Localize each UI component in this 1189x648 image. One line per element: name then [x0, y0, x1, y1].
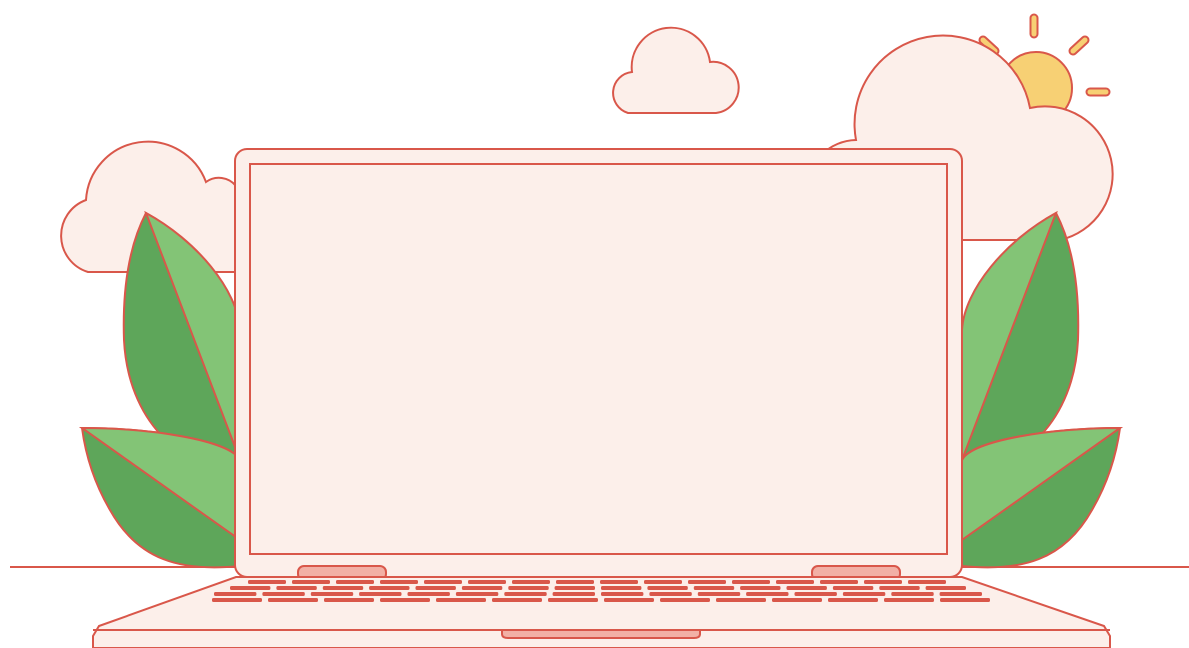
keyboard-key — [647, 586, 688, 590]
keyboard-key — [548, 598, 598, 602]
keyboard-key — [556, 580, 594, 584]
keyboard-key — [214, 592, 257, 596]
keyboard-key — [940, 598, 990, 602]
keyboard-key — [649, 592, 692, 596]
keyboard-key — [380, 580, 418, 584]
keyboard-key — [212, 598, 262, 602]
keyboard-key — [248, 580, 286, 584]
keyboard-key — [601, 586, 642, 590]
keyboard-key — [336, 580, 374, 584]
keyboard-key — [407, 592, 450, 596]
keyboard-key — [292, 580, 330, 584]
keyboard-key — [794, 592, 837, 596]
keyboard-key — [380, 598, 430, 602]
laptop-trackpad-notch — [501, 629, 701, 639]
keyboard-key — [601, 592, 644, 596]
keyboard-key — [772, 598, 822, 602]
leaf-icon — [78, 426, 241, 569]
keyboard-key — [492, 598, 542, 602]
keyboard-key — [268, 598, 318, 602]
keyboard-key — [864, 580, 902, 584]
keyboard-key — [879, 586, 920, 590]
keyboard-key — [604, 598, 654, 602]
keyboard-key — [832, 586, 874, 590]
keyboard-key — [746, 592, 789, 596]
keyboard-key — [740, 586, 781, 590]
keyboard-key — [262, 592, 305, 596]
keyboard-key — [697, 592, 741, 596]
laptop-screen — [249, 163, 948, 555]
keyboard-key — [693, 586, 735, 590]
keyboard-key — [436, 598, 486, 602]
laptop-illustration — [10, 13, 1189, 648]
keyboard-key — [688, 580, 726, 584]
keyboard-key — [424, 580, 462, 584]
keyboard-key — [322, 586, 364, 590]
keyboard-key — [660, 598, 710, 602]
keyboard-key — [600, 580, 638, 584]
keyboard-key — [504, 592, 547, 596]
keyboard-key — [369, 586, 410, 590]
keyboard-key — [324, 598, 374, 602]
keyboard-key — [891, 592, 934, 596]
keyboard-key — [461, 586, 503, 590]
keyboard-key — [276, 586, 317, 590]
keyboard-key — [512, 580, 550, 584]
keyboard-key — [552, 592, 595, 596]
keyboard-key — [230, 586, 271, 590]
keyboard-key — [908, 580, 946, 584]
keyboard-key — [842, 592, 886, 596]
keyboard-key — [359, 592, 402, 596]
keyboard-key — [828, 598, 878, 602]
keyboard-key — [310, 592, 354, 596]
keyboard-key — [732, 580, 770, 584]
keyboard-key — [554, 586, 595, 590]
keyboard-key — [884, 598, 934, 602]
keyboard-key — [925, 586, 966, 590]
keyboard-key — [644, 580, 682, 584]
keyboard-key — [508, 586, 549, 590]
keyboard-key — [786, 586, 827, 590]
leaf-icon — [961, 426, 1124, 569]
keyboard-key — [468, 580, 506, 584]
keyboard-key — [716, 598, 766, 602]
keyboard-key — [820, 580, 858, 584]
keyboard-key — [939, 592, 982, 596]
keyboard-key — [455, 592, 499, 596]
cloud-icon — [612, 26, 740, 114]
keyboard-key — [415, 586, 456, 590]
keyboard-key — [776, 580, 814, 584]
